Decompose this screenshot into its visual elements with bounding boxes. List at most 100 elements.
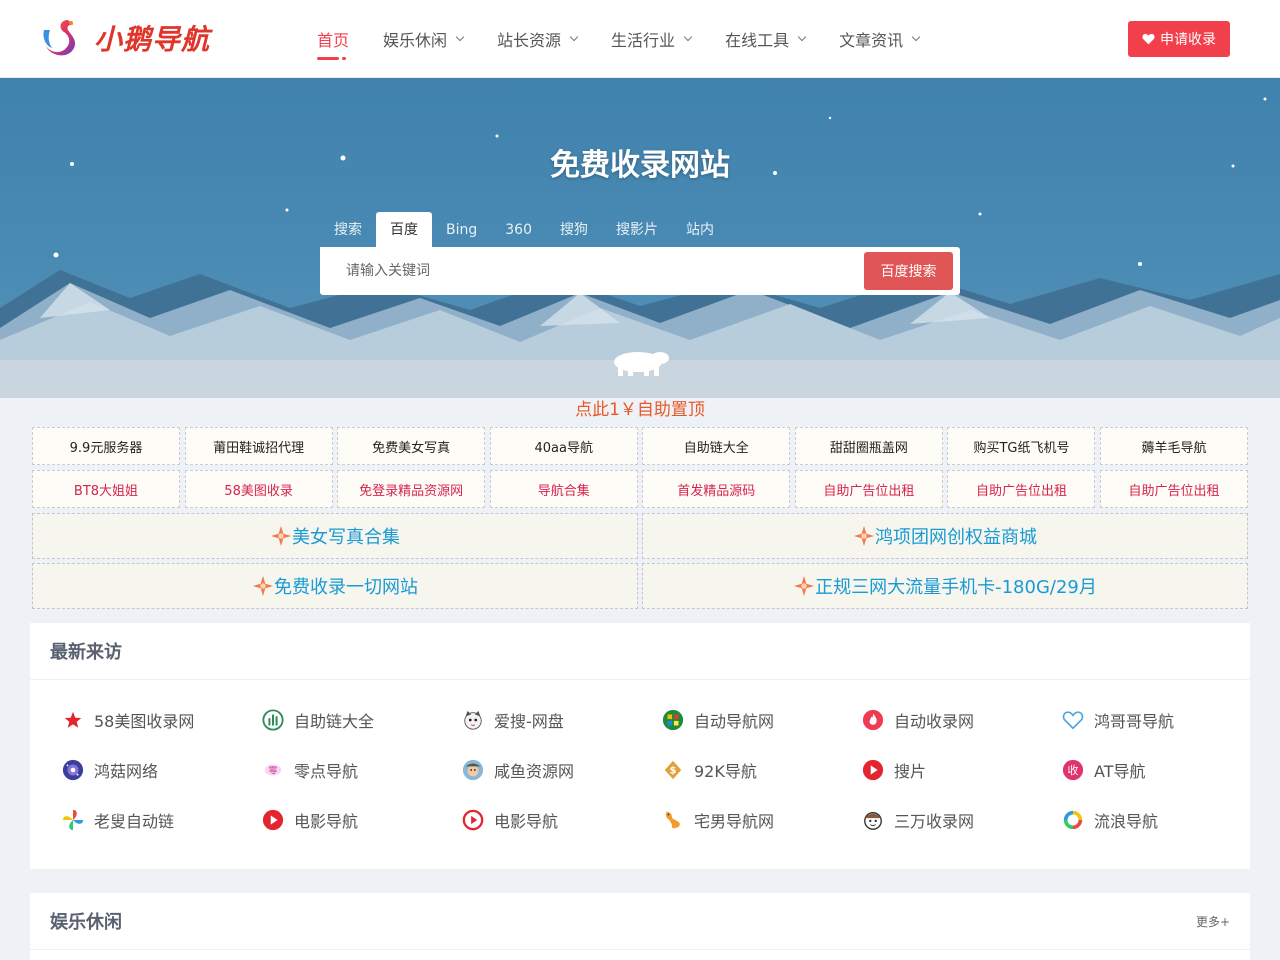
hero-banner: 免费收录网站 搜索 百度 Bing 360 搜狗 搜影片 站内 百度搜索 xyxy=(0,78,1280,398)
tab-bing[interactable]: Bing xyxy=(432,212,491,248)
visit-link[interactable]: 搜片 xyxy=(862,745,1062,795)
visit-link[interactable]: 自助链大全 xyxy=(262,695,462,745)
tab-onsite[interactable]: 站内 xyxy=(672,212,728,248)
chevron-down-icon xyxy=(455,32,465,42)
nav-item-tools[interactable]: 在线工具 xyxy=(725,0,807,78)
visit-label: AT导航 xyxy=(1094,762,1146,781)
apply-listing-button[interactable]: 申请收录 xyxy=(1128,21,1230,57)
ad-link[interactable]: 导航合集 xyxy=(489,470,638,508)
orange-star-icon xyxy=(270,525,292,547)
search-input[interactable] xyxy=(330,251,860,291)
visit-link[interactable]: 鸿菇网络 xyxy=(62,745,262,795)
logo-text: 小鹅导航 xyxy=(94,23,211,56)
ad-link[interactable]: 自助广告位出租 xyxy=(794,470,943,508)
mascot-icon xyxy=(864,811,882,830)
more-link[interactable]: 更多+ xyxy=(1196,913,1230,930)
nav-item-life[interactable]: 生活行业 xyxy=(611,0,693,78)
big-ad-link[interactable]: 鸿项团网创权益商城 xyxy=(642,513,1248,559)
self-service-top-link[interactable]: 点此1￥自助置顶 xyxy=(0,398,1280,422)
tiles-icon xyxy=(662,709,684,731)
tab-search[interactable]: 搜索 xyxy=(320,212,376,248)
play-ring-icon xyxy=(462,809,484,831)
visit-label: 电影导航 xyxy=(494,812,559,831)
search-button[interactable]: 百度搜索 xyxy=(864,252,953,290)
nav-item-label: 生活行业 xyxy=(611,31,676,50)
visit-link[interactable]: 电影导航 xyxy=(462,795,662,845)
visit-link[interactable]: 爱搜-网盘 xyxy=(462,695,662,745)
visit-link[interactable]: 零 零点导航 xyxy=(262,745,462,795)
red-star-icon xyxy=(64,711,82,728)
recent-visits-card: 最新来访 58美图收录网 自助链大全 爱搜-网盘 自动导航网 自动收录网 鸿哥哥… xyxy=(30,623,1250,869)
visit-link[interactable]: 鸿哥哥导航 xyxy=(1062,695,1262,745)
apply-listing-label: 申请收录 xyxy=(1160,32,1216,48)
svg-text:收: 收 xyxy=(1068,763,1079,777)
big-ad-link[interactable]: 美女写真合集 xyxy=(32,513,638,559)
visit-label: 流浪导航 xyxy=(1094,812,1159,831)
visit-label: 鸿菇网络 xyxy=(94,762,159,781)
visit-label: 自动导航网 xyxy=(694,712,775,731)
visit-link[interactable]: 三万收录网 xyxy=(862,795,1062,845)
visit-link[interactable]: 58美图收录网 xyxy=(62,695,262,745)
big-ad-link[interactable]: 正规三网大流量手机卡-180G/29月 xyxy=(642,563,1248,609)
swan-logo-icon xyxy=(43,20,76,56)
visit-label: 92K导航 xyxy=(694,762,757,781)
ad-link[interactable]: 40aa导航 xyxy=(489,427,638,465)
visit-link[interactable]: 咸鱼资源网 xyxy=(462,745,662,795)
visit-link[interactable]: 宅男导航网 xyxy=(662,795,862,845)
ad-link[interactable]: 甜甜圈瓶盖网 xyxy=(794,427,943,465)
nav-item-home[interactable]: 首页 xyxy=(317,0,349,78)
nav-item-webmaster[interactable]: 站长资源 xyxy=(497,0,579,78)
galaxy-icon xyxy=(62,759,84,781)
visit-link[interactable]: 自动收录网 xyxy=(862,695,1062,745)
nav-item-label: 娱乐休闲 xyxy=(383,31,448,50)
nav-item-entertainment[interactable]: 娱乐休闲 xyxy=(383,0,465,78)
visit-label: 老叟自动链 xyxy=(94,812,175,831)
ad-row: BT8大姐姐 58美图收录 免登录精品资源网 导航合集 首发精品源码 自助广告位… xyxy=(32,470,1249,508)
heart-icon xyxy=(1142,33,1155,45)
chevron-down-icon xyxy=(683,32,693,42)
ad-link[interactable]: 首发精品源码 xyxy=(642,470,791,508)
orange-star-icon xyxy=(794,575,815,597)
ad-link[interactable]: 9.9元服务器 xyxy=(32,427,180,465)
visit-link[interactable]: 收 AT导航 xyxy=(1062,745,1262,795)
gold-diamond-icon: $ xyxy=(664,760,682,780)
tab-sogou[interactable]: 搜狗 xyxy=(546,212,602,248)
red-play-icon xyxy=(862,759,884,781)
visit-link[interactable]: $ 92K导航 xyxy=(662,745,862,795)
visit-link[interactable]: 流浪导航 xyxy=(1062,795,1262,845)
flame-icon xyxy=(862,709,884,731)
visit-row: 鸿菇网络 零 零点导航 咸鱼资源网 $ 92K导航 搜片 收 AT导航 xyxy=(62,745,1262,795)
card-title: 娱乐休闲 xyxy=(50,912,122,933)
visit-link[interactable]: 自动导航网 xyxy=(662,695,862,745)
orange-star-icon xyxy=(252,575,274,597)
ad-link[interactable]: 自助广告位出租 xyxy=(1100,470,1249,508)
ad-link[interactable]: 薅羊毛导航 xyxy=(1100,427,1249,465)
site-logo[interactable]: 小鹅导航 xyxy=(40,14,210,62)
visit-link[interactable]: 电影导航 xyxy=(262,795,462,845)
tab-movies[interactable]: 搜影片 xyxy=(602,212,672,248)
visit-label: 零点导航 xyxy=(294,762,359,781)
ad-link[interactable]: 免登录精品资源网 xyxy=(337,470,486,508)
ad-link[interactable]: 58美图收录 xyxy=(184,470,333,508)
ad-link[interactable]: 自助链大全 xyxy=(642,427,791,465)
tab-360[interactable]: 360 xyxy=(491,212,546,248)
ad-link[interactable]: 免费美女写真 xyxy=(337,427,486,465)
visit-label: 鸿哥哥导航 xyxy=(1094,712,1175,731)
nav-item-articles[interactable]: 文章资讯 xyxy=(839,0,921,78)
visit-row: 58美图收录网 自助链大全 爱搜-网盘 自动导航网 自动收录网 鸿哥哥导航 xyxy=(62,695,1262,745)
green-bars-icon xyxy=(262,709,284,731)
entertainment-card: 娱乐休闲 更多+ xyxy=(30,893,1250,960)
ad-link[interactable]: BT8大姐姐 xyxy=(32,470,180,508)
card-title: 最新来访 xyxy=(30,623,1250,680)
ad-link[interactable]: 莆田鞋诚招代理 xyxy=(184,427,333,465)
ad-link[interactable]: 购买TG纸飞机号 xyxy=(947,427,1096,465)
hero-title: 免费收录网站 xyxy=(550,148,730,183)
big-ad-link[interactable]: 免费收录一切网站 xyxy=(32,563,638,609)
tab-baidu[interactable]: 百度 xyxy=(376,212,432,248)
ad-link[interactable]: 自助广告位出租 xyxy=(947,470,1096,508)
big-ad-row: 美女写真合集 鸿项团网创权益商城 xyxy=(32,513,1248,559)
big-ad-label: 免费收录一切网站 xyxy=(274,577,418,598)
big-ad-label: 正规三网大流量手机卡-180G/29月 xyxy=(815,577,1097,598)
visit-label: 宅男导航网 xyxy=(694,812,775,831)
visit-link[interactable]: 老叟自动链 xyxy=(62,795,262,845)
